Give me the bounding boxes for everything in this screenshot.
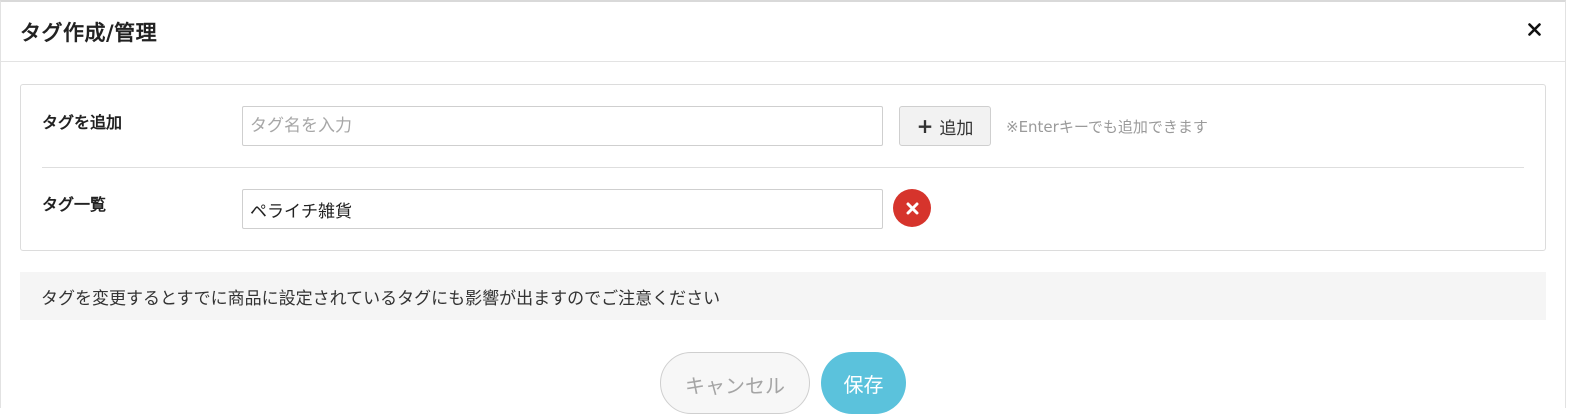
close-icon (1527, 22, 1541, 36)
tag-name-input[interactable] (242, 106, 883, 146)
divider (42, 167, 1524, 168)
remove-icon (906, 202, 918, 214)
save-button[interactable]: 保存 (821, 352, 906, 414)
add-tag-button-label: 追加 (939, 118, 974, 139)
cancel-button[interactable]: キャンセル (660, 352, 810, 414)
tag-panel: タグを追加 + 追加 ※Enterキーでも追加できます タグ一覧 (20, 84, 1546, 251)
add-tag-button[interactable]: + 追加 (899, 106, 991, 146)
enter-hint: ※Enterキーでも追加できます (1006, 118, 1208, 136)
modal-header: タグ作成/管理 (1, 2, 1565, 62)
modal-title: タグ作成/管理 (20, 21, 158, 45)
add-tag-label: タグを追加 (42, 113, 123, 132)
plus-icon: + (916, 114, 934, 138)
close-button[interactable] (1523, 18, 1545, 40)
tag-list-label: タグ一覧 (42, 195, 107, 214)
warning-notice: タグを変更するとすでに商品に設定されているタグにも影響が出ますのでご注意ください (20, 272, 1546, 320)
tag-manager-modal: タグ作成/管理 タグを追加 + 追加 ※Enterキーでも追加できます タグ一覧… (0, 0, 1566, 414)
remove-tag-button[interactable] (893, 189, 931, 227)
tag-item-input[interactable] (242, 189, 883, 229)
notice-text: タグを変更するとすでに商品に設定されているタグにも影響が出ますのでご注意ください (41, 288, 721, 309)
